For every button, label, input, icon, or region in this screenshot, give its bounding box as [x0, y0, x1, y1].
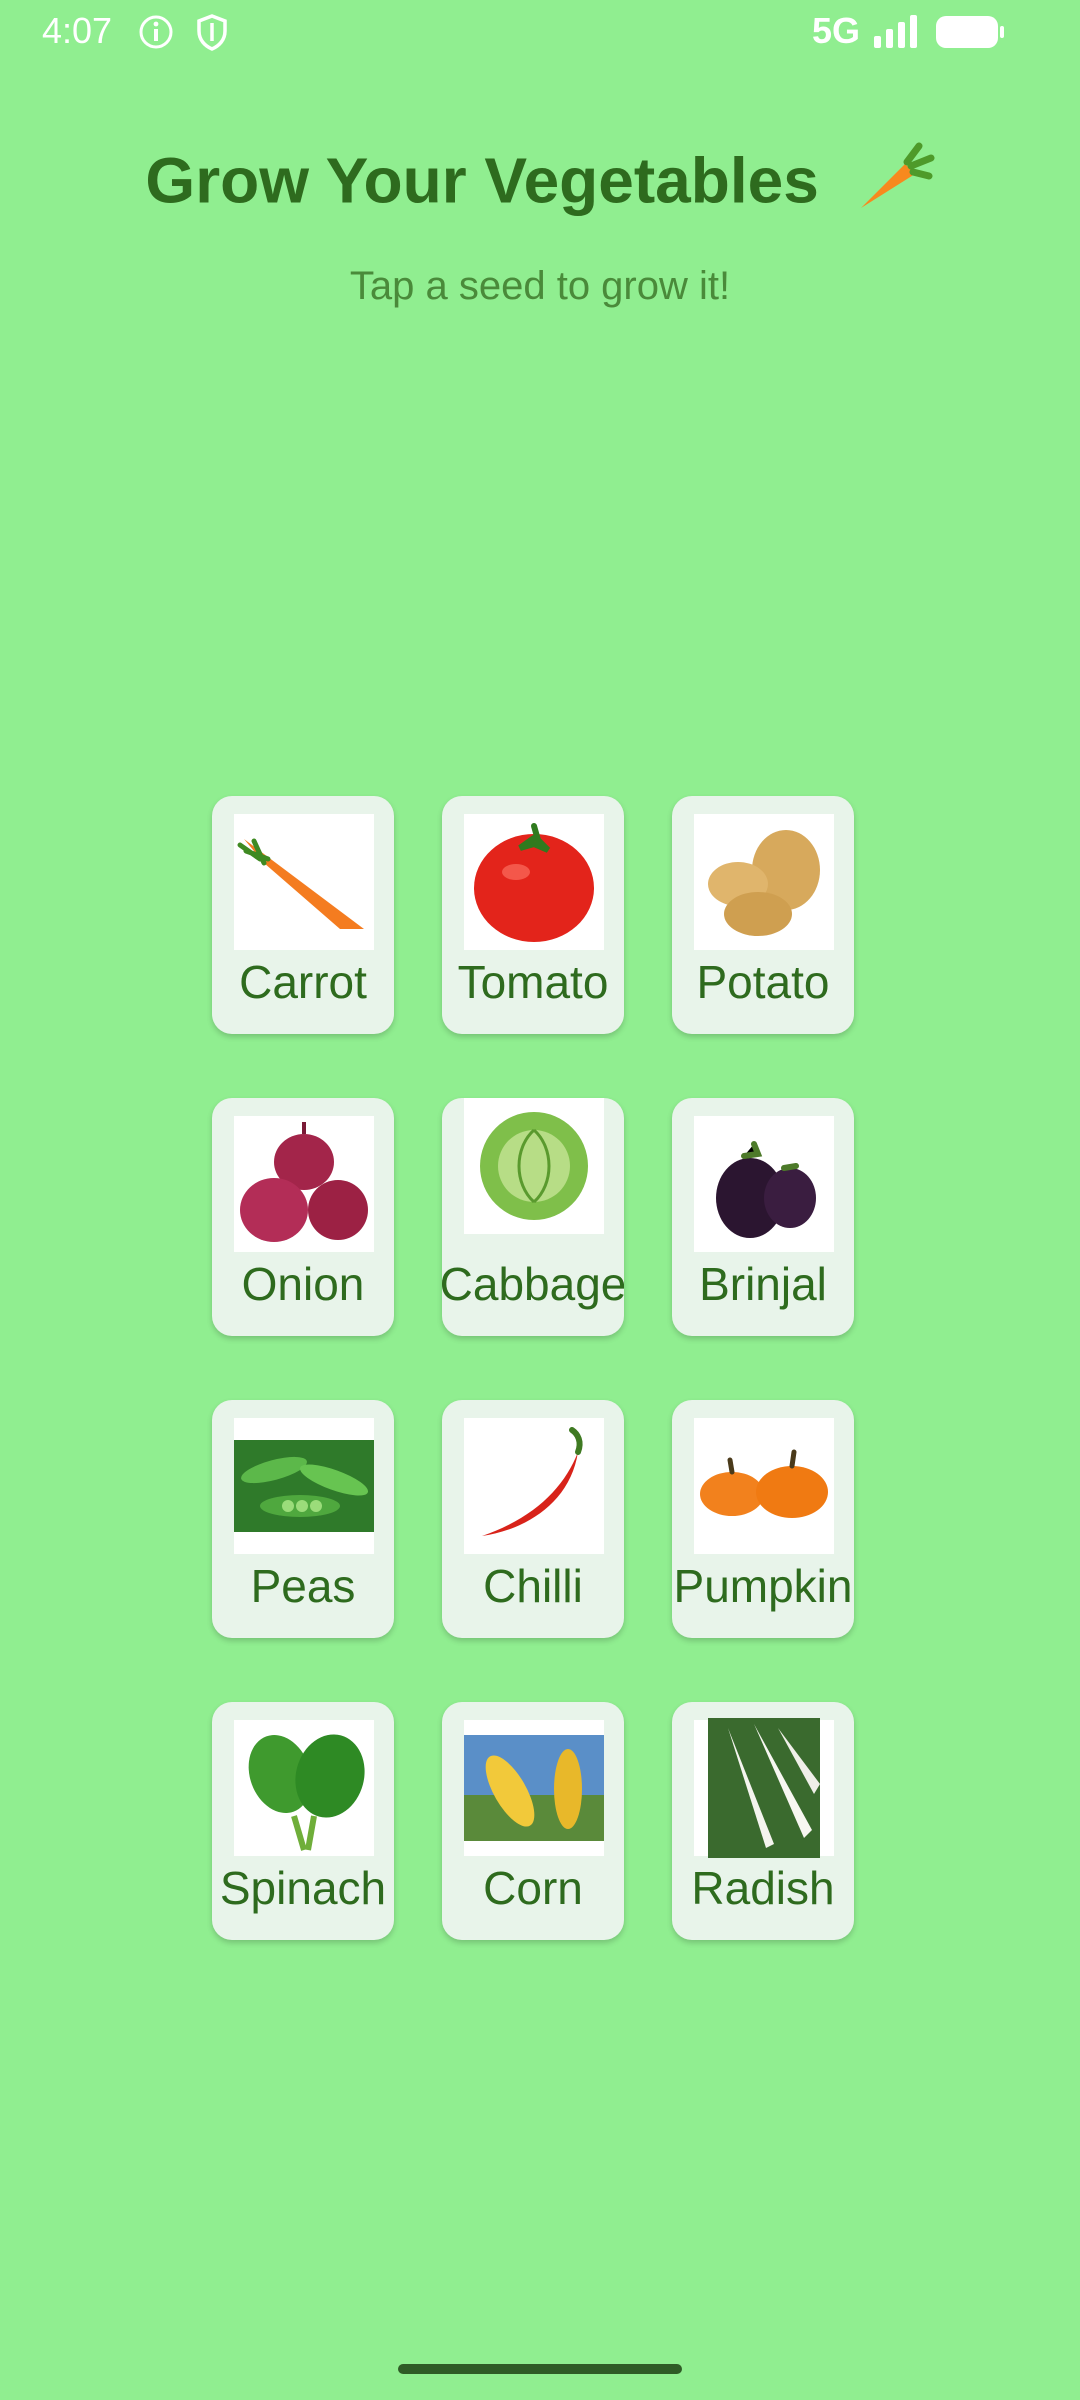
vegetable-card-onion[interactable]: Onion: [212, 1098, 394, 1336]
status-time: 4:07: [42, 10, 113, 51]
vegetable-card-radish[interactable]: Radish: [672, 1702, 854, 1940]
vegetable-card-brinjal[interactable]: Brinjal: [672, 1098, 854, 1336]
vegetable-label: Potato: [696, 956, 830, 1008]
vegetable-label: Pumpkin: [673, 1560, 853, 1612]
carrot-icon: [855, 142, 935, 229]
shield-icon: [192, 12, 232, 52]
vegetable-card-peas[interactable]: Peas: [212, 1400, 394, 1638]
onion-icon: [234, 1116, 374, 1252]
network-type: 5G: [812, 10, 861, 51]
vegetable-card-cabbage[interactable]: Cabbage: [442, 1098, 624, 1336]
peas-icon: [234, 1418, 374, 1554]
spinach-icon: [234, 1720, 374, 1856]
corn-icon: [464, 1720, 604, 1856]
vegetable-card-tomato[interactable]: Tomato: [442, 796, 624, 1034]
info-icon: [136, 12, 176, 52]
vegetable-card-carrot[interactable]: Carrot: [212, 796, 394, 1034]
vegetable-card-corn[interactable]: Corn: [442, 1702, 624, 1940]
vegetable-label: Onion: [241, 1258, 365, 1310]
vegetable-label: Brinjal: [699, 1258, 827, 1310]
page-subtitle: Tap a seed to grow it!: [349, 264, 731, 308]
vegetable-card-potato[interactable]: Potato: [672, 796, 854, 1034]
brinjal-icon: [694, 1116, 834, 1252]
vegetable-card-pumpkin[interactable]: Pumpkin: [672, 1400, 854, 1638]
vegetable-label: Spinach: [219, 1862, 387, 1914]
vegetable-label: Peas: [250, 1560, 356, 1612]
chilli-icon: [464, 1418, 604, 1554]
title-text: Grow Your Vegetables: [145, 144, 819, 217]
signal-icon: [872, 14, 920, 50]
battery-icon: [934, 14, 1006, 50]
vegetable-card-spinach[interactable]: Spinach: [212, 1702, 394, 1940]
cabbage-icon: [464, 1098, 604, 1234]
radish-icon: [694, 1718, 834, 1858]
page-title: Grow Your Vegetables: [0, 142, 1080, 229]
pumpkin-icon: [694, 1418, 834, 1554]
vegetable-label: Cabbage: [442, 1258, 624, 1310]
vegetable-label: Chilli: [483, 1560, 583, 1612]
home-indicator[interactable]: [398, 2364, 682, 2374]
vegetable-label: Carrot: [239, 956, 367, 1008]
vegetable-card-chilli[interactable]: Chilli: [442, 1400, 624, 1638]
vegetable-label: Tomato: [457, 956, 609, 1008]
vegetable-label: Corn: [483, 1862, 583, 1914]
vegetable-grid: Carrot Tomato Potato Onion Cabbage Brinj…: [212, 796, 854, 1942]
tomato-icon: [464, 814, 604, 950]
vegetable-label: Radish: [691, 1862, 835, 1914]
carrot-icon: [234, 814, 374, 950]
potato-icon: [694, 814, 834, 950]
status-bar: 4:07 5G: [0, 0, 1080, 64]
